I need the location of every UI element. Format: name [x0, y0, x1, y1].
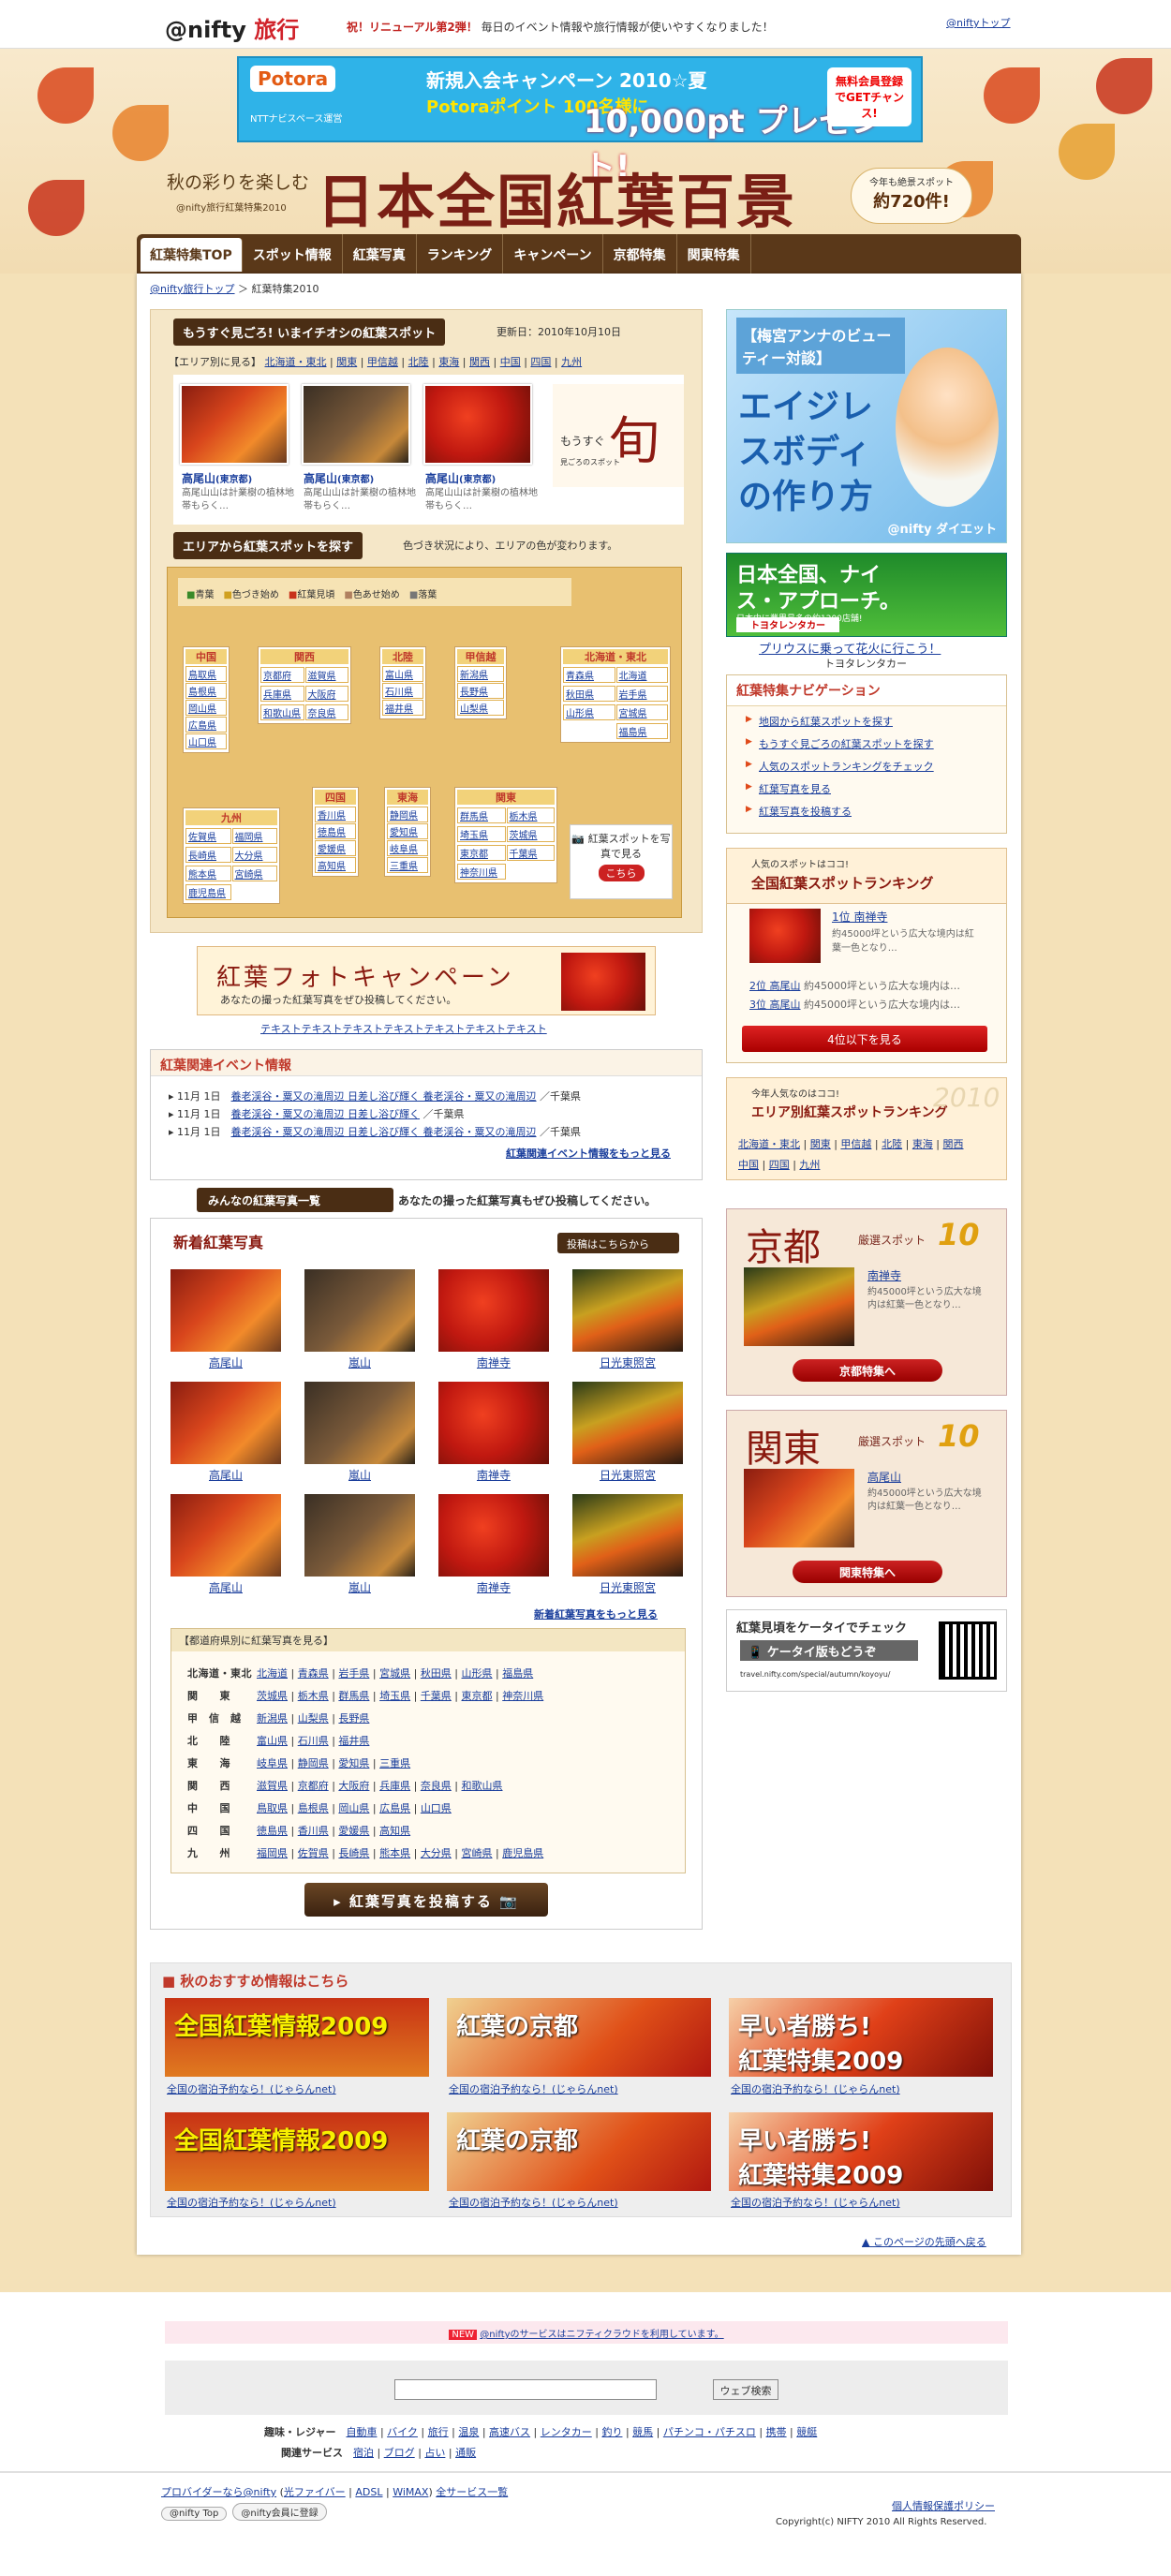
portrait-photo — [896, 348, 999, 507]
photo-thumb[interactable] — [572, 1382, 683, 1464]
region-kanto: 関東 群馬県 栃木県 埼玉県 茨城県 東京都 千葉県 神奈川県 — [454, 787, 557, 883]
reco-banner[interactable]: 早い者勝ち! 紅葉特集2009 — [729, 2112, 993, 2191]
toyota-rentacar-banner[interactable]: 日本全国、ナイス・アプローチ。 日本中に業界最多の約1200店舗! トヨタレンタ… — [726, 553, 1007, 637]
camera-icon: 📷 — [571, 833, 586, 845]
copyright: Copyright(c) NIFTY 2010 All Rights Reser… — [776, 2517, 987, 2527]
maple-photo — [561, 953, 645, 1011]
spot-photo[interactable] — [180, 384, 289, 465]
page-title-area: 秋の彩りを楽しむ @nifty旅行紅葉特集2010 日本全国紅葉百景 今年も絶景… — [167, 155, 1010, 236]
photo-thumb[interactable] — [572, 1269, 683, 1352]
tab-kyoto[interactable]: 京都特集 — [603, 234, 677, 275]
featured-heading: もうすぐ見ごろ! いまイチオシの紅葉スポット — [173, 318, 446, 346]
kanto-photo[interactable] — [744, 1469, 854, 1547]
ranking-more-button[interactable]: 4位以下を見る — [742, 1026, 987, 1052]
event-row: ▸ 11月 1日 養老渓谷・粟又の滝周辺 日差し浴び輝く ／千葉県 — [169, 1108, 465, 1120]
web-search-button[interactable]: ウェブ検索 — [713, 2379, 778, 2400]
kyoto-photo[interactable] — [744, 1267, 854, 1346]
web-search: ウェブ検索 — [165, 2361, 1008, 2415]
region-shikoku: 四国 香川県 徳島県 愛媛県 高知県 — [312, 787, 359, 877]
area-ranking: 今年人気なのはココ! エリア別紅葉スポットランキング 2010 北海道・東北 |… — [726, 1077, 1007, 1180]
provider-links: プロバイダーなら@nifty (光ファイバー | ADSL | WiMAX) 全… — [161, 2486, 509, 2498]
nifty-travel-logo[interactable]: @nifty 旅行 — [165, 11, 299, 44]
photo-spot-button[interactable]: 📷 紅葉スポットを写真で見る こちら — [570, 824, 673, 899]
breadcrumb: @nifty旅行トップ ＞ 紅葉特集2010 — [150, 283, 319, 295]
photo-list-heading: みんなの紅葉写真一覧 — [197, 1188, 393, 1212]
page-top-link[interactable]: ▲ このページの先頭へ戻る — [862, 2234, 986, 2249]
map-heading: エリアから紅葉スポットを探す — [173, 532, 363, 559]
photo-thumb[interactable] — [170, 1494, 281, 1577]
tab-spot-info[interactable]: スポット情報 — [243, 234, 343, 275]
region-tokai: 東海 静岡県 愛知県 岐阜県 三重県 — [384, 787, 431, 877]
related-links: 関連サービス 宿泊 | ブログ | 占い | 通販 — [281, 2447, 477, 2459]
nifty-top-link[interactable]: @niftyトップ — [946, 15, 1011, 30]
spot-count-badge: 今年も絶景スポット 約720件! — [851, 168, 972, 224]
more-photos-link[interactable]: 新着紅葉写真をもっと見る — [534, 1606, 658, 1621]
search-input[interactable] — [394, 2379, 657, 2400]
region-hokkaido-tohoku: 北海道・東北 青森県 北海道 秋田県 岩手県 山形県 宮城県 福島県 — [560, 646, 671, 743]
photo-thumb[interactable] — [304, 1382, 415, 1464]
privacy-policy-link[interactable]: 個人情報保護ポリシー — [892, 2498, 995, 2513]
region-hokuriku: 北陸 富山県 石川県 福井県 — [379, 646, 426, 719]
photo-campaign-banner[interactable]: 紅葉フォトキャンペーン あなたの撮った紅葉写真をぜひ投稿してください。 — [197, 946, 656, 1015]
tab-photos[interactable]: 紅葉写真 — [343, 234, 417, 275]
events-more-link[interactable]: 紅葉関連イベント情報をもっと見る — [506, 1146, 671, 1161]
photo-thumb[interactable] — [170, 1382, 281, 1464]
camera-icon: 📷 — [499, 1893, 519, 1910]
map-legend: ■青葉 ■色づき始め ■紅葉見頃 ■色あせ始め ■落葉 — [178, 578, 571, 606]
photo-thumb[interactable] — [304, 1494, 415, 1577]
photo-thumb[interactable] — [304, 1269, 415, 1352]
page-title: 日本全国紅葉百景 — [317, 168, 797, 236]
cloud-notice: NEW @niftyのサービスはニフティクラウドを利用しています。 — [165, 2321, 1008, 2344]
footer-divider — [0, 2471, 1171, 2473]
renewal-notice: 祝！リニューアル第2弾！ 毎日のイベント情報や旅行情報が使いやすくなりました！ — [347, 21, 774, 34]
area-links: 【エリア別に見る】 北海道・東北 | 関東 | 甲信越 | 北陸 | 東海 | … — [169, 356, 583, 368]
photo-thumb[interactable] — [438, 1382, 549, 1464]
photo-thumb[interactable] — [572, 1494, 683, 1577]
spot-photo[interactable] — [423, 384, 532, 465]
post-photo-button[interactable]: 投稿はこちらから — [557, 1233, 679, 1253]
nifty-top-button[interactable]: @nifty Top — [161, 2507, 228, 2521]
kyoto-feature-button[interactable]: 京都特集へ — [793, 1359, 942, 1382]
tab-koyo-top[interactable]: 紅葉特集TOP — [141, 238, 243, 272]
mobile-phone-icon: 📱 — [748, 1646, 763, 1660]
kanto-feature-button[interactable]: 関東特集へ — [793, 1561, 942, 1583]
photo-thumb[interactable] — [438, 1494, 549, 1577]
rank-photo[interactable] — [749, 909, 821, 963]
tab-kanto[interactable]: 関東特集 — [677, 234, 751, 275]
event-row: ▸ 11月 1日 養老渓谷・粟又の滝周辺 日差し浴び輝く 養老渓谷・粟又の滝周辺… — [169, 1090, 582, 1103]
mobile-button: 📱 ケータイ版もどうぞ — [740, 1640, 918, 1661]
reco-banner[interactable]: 紅葉の京都 — [447, 2112, 711, 2191]
photo-thumb[interactable] — [170, 1269, 281, 1352]
tab-campaign[interactable]: キャンペーン — [503, 234, 603, 275]
reco-banner[interactable]: 早い者勝ち! 紅葉特集2009 — [729, 1998, 993, 2077]
region-chugoku: 中国 鳥取県 島根県 岡山県 広島県 山口県 — [183, 646, 230, 753]
reco-banner[interactable]: 全国紅葉情報2009 — [165, 1998, 429, 2077]
upload-photo-button[interactable]: ▸ 紅葉写真を投稿する 📷 — [304, 1883, 548, 1917]
region-koshinetsu: 甲信越 新潟県 長野県 山梨県 — [454, 646, 507, 719]
kyoto-best10: 京都 厳選スポット 10 南禅寺 約45000坪という広大な境内は紅葉一色となり… … — [726, 1208, 1007, 1396]
potora-logo: Potora — [250, 66, 336, 92]
qr-code-icon — [939, 1621, 997, 1680]
mobile-version-box[interactable]: 紅葉見頃をケータイでチェック 📱 ケータイ版もどうぞ travel.nifty.… — [726, 1609, 1007, 1692]
top-bar: @nifty 旅行 祝！リニューアル第2弾！ 毎日のイベント情報や旅行情報が使い… — [0, 0, 1171, 49]
spot-photo[interactable] — [302, 384, 410, 465]
main-nav: 紅葉特集TOP スポット情報 紅葉写真 ランキング キャンペーン 京都特集 関東… — [137, 234, 1021, 275]
region-kansai: 関西 京都府 滋賀県 兵庫県 大阪府 和歌山県 奈良県 — [258, 646, 351, 724]
kanto-best10: 関東 厳選スポット 10 高尾山 約45000坪という広大な境内は紅葉一色となり… … — [726, 1410, 1007, 1597]
campaign-link[interactable]: テキストテキストテキストテキストテキストテキストテキスト — [260, 1021, 547, 1036]
hobby-links: 趣味・レジャー 自動車 | バイク | 旅行 | 温泉 | 高速バス | レンタ… — [264, 2426, 818, 2438]
nifty-register-button[interactable]: @nifty会員に登録 — [232, 2503, 327, 2521]
beauty-talk-banner[interactable]: 【梅宮アンナのビューティー対談】 エイジレスボディの作り方 @nifty ダイエ… — [726, 309, 1007, 543]
in-season-badge[interactable]: もうすぐ旬見ごろのスポット — [553, 384, 684, 487]
photo-thumb[interactable] — [438, 1269, 549, 1352]
feature-navigation: 紅葉特集ナビゲーション 地図から紅葉スポットを探す もうすぐ見ごろの紅葉スポット… — [726, 674, 1007, 834]
reco-banner[interactable]: 全国紅葉情報2009 — [165, 2112, 429, 2191]
prius-link[interactable]: プリウスに乗って花火に行こう！ — [759, 639, 941, 657]
event-row: ▸ 11月 1日 養老渓谷・粟又の滝周辺 日差し浴び輝く 養老渓谷・粟又の滝周辺… — [169, 1126, 582, 1138]
potora-campaign-banner[interactable]: Potora NTTナビスペース運営 新規入会キャンペーン 2010☆夏 Pot… — [237, 56, 923, 186]
tab-ranking[interactable]: ランキング — [417, 234, 504, 275]
region-kyushu: 九州 佐賀県 福岡県 長崎県 大分県 熊本県 宮崎県 鹿児島県 — [183, 807, 280, 904]
reco-banner[interactable]: 紅葉の京都 — [447, 1998, 711, 2077]
